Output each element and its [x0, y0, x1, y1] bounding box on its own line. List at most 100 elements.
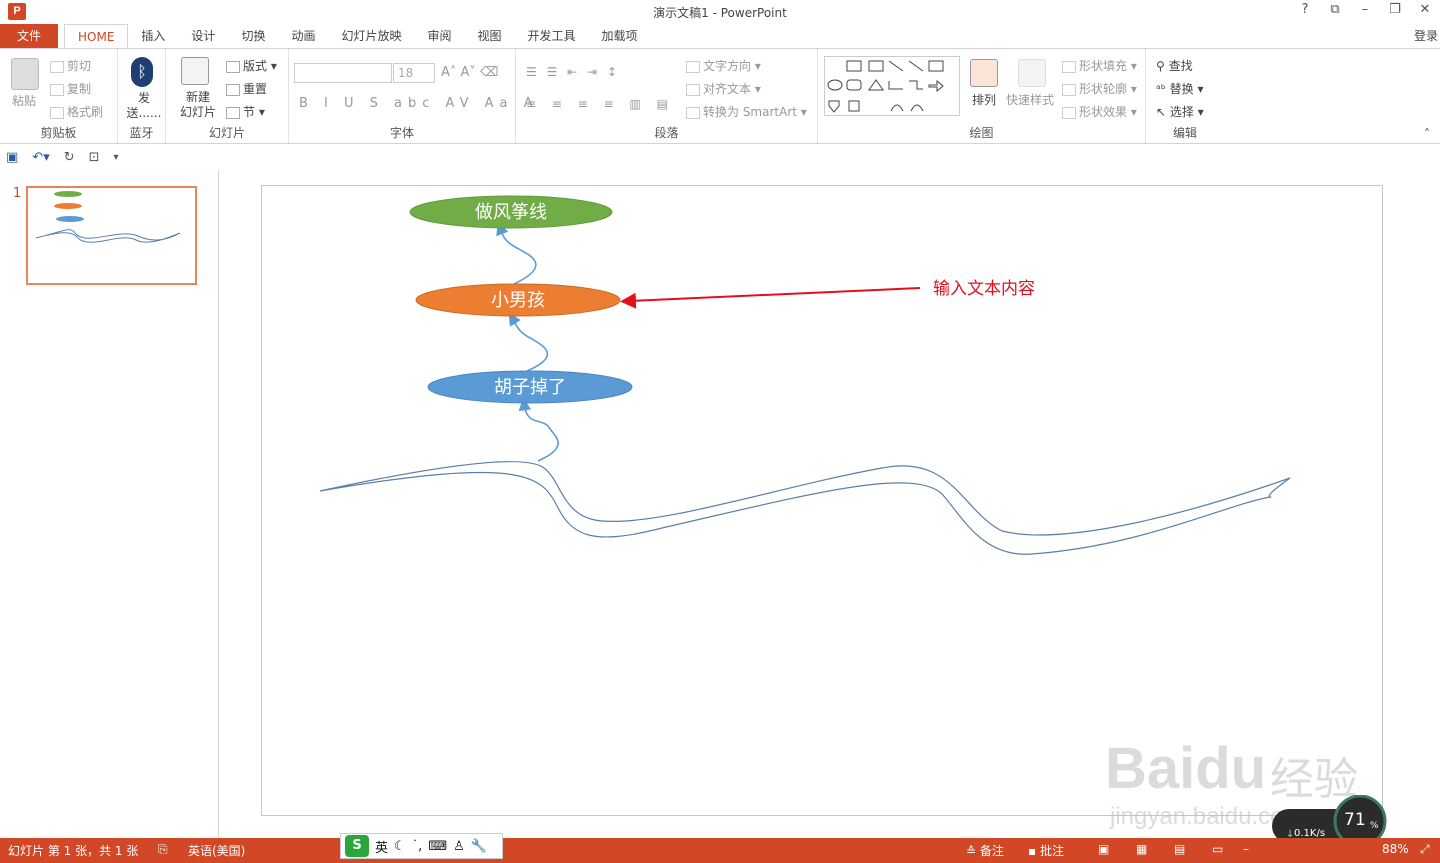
- grow-font-icon[interactable]: A˄ A˅ ⌫: [441, 65, 498, 80]
- cursor-icon: ↖: [1156, 105, 1170, 119]
- ribbon-display-options-icon[interactable]: ⧉: [1328, 2, 1342, 17]
- tab-addins[interactable]: 加载项: [589, 24, 651, 49]
- shape-outline-button[interactable]: 形状轮廓 ▾: [1062, 80, 1137, 97]
- sogou-logo-icon[interactable]: S: [345, 835, 369, 857]
- network-percent-sign: %: [1370, 821, 1379, 831]
- slide[interactable]: 做风筝线 小男孩 胡子掉了 输入文本内容: [261, 185, 1383, 816]
- smartart-button[interactable]: 转换为 SmartArt ▾: [686, 103, 807, 120]
- normal-view-icon[interactable]: ▣: [1098, 842, 1109, 856]
- moon-icon[interactable]: ☾: [394, 839, 406, 854]
- align-text-button[interactable]: 对齐文本 ▾: [686, 80, 761, 97]
- slideshow-view-icon[interactable]: ▭: [1212, 842, 1223, 856]
- layout-icon: [226, 60, 240, 73]
- reading-view-icon[interactable]: ▤: [1174, 842, 1185, 856]
- font-size-box[interactable]: 18: [393, 63, 435, 83]
- tab-review[interactable]: 审阅: [414, 24, 464, 49]
- tab-animations[interactable]: 动画: [278, 24, 328, 49]
- slide-thumbnail[interactable]: [26, 186, 197, 285]
- copy-label: 复制: [67, 82, 92, 96]
- paint-bucket-icon: [1062, 60, 1076, 73]
- paste-button[interactable]: 粘贴: [12, 92, 36, 109]
- window-controls: ? ⧉ – ❐ ✕: [1298, 2, 1432, 17]
- new-slide-button[interactable]: 新建 幻灯片: [174, 90, 222, 120]
- slide-canvas: 做风筝线 小男孩 胡子掉了 输入文本内容: [220, 170, 1440, 838]
- quick-styles-button[interactable]: 快速样式: [1006, 91, 1054, 108]
- replace-label: 替换: [1169, 82, 1194, 96]
- select-button[interactable]: ↖ 选择 ▾: [1156, 103, 1204, 120]
- cut-button[interactable]: 剪切: [50, 57, 91, 74]
- find-button[interactable]: ⚲ 查找: [1156, 57, 1193, 74]
- tab-insert[interactable]: 插入: [128, 24, 178, 49]
- align-text-label: 对齐文本: [703, 82, 752, 96]
- drawing-label: 绘图: [969, 126, 994, 140]
- format-painter-label: 格式刷: [67, 105, 104, 119]
- layout-button[interactable]: 版式 ▾: [226, 57, 277, 74]
- comments-label: 批注: [1039, 844, 1064, 858]
- oval-kite-text: 做风筝线: [475, 202, 547, 223]
- font-group: 18 A˄ A˅ ⌫ B I U S abc AV Aa A 字体: [289, 49, 533, 143]
- zoom-level[interactable]: 88%: [1382, 842, 1409, 856]
- tab-transitions[interactable]: 切换: [228, 24, 278, 49]
- paragraph-label: 段落: [654, 126, 679, 140]
- font-format-icons[interactable]: B I U S abc AV Aa A: [299, 96, 539, 111]
- title-bar: P 演示文稿1 - PowerPoint ? ⧉ – ❐ ✕: [0, 0, 1440, 24]
- section-button[interactable]: 节 ▾: [226, 103, 265, 120]
- fit-to-window-icon[interactable]: ⤢: [1420, 842, 1430, 857]
- connector-boy-to-kite: [496, 222, 537, 285]
- shape-effects-button[interactable]: 形状效果 ▾: [1062, 103, 1137, 120]
- shape-outline-label: 形状轮廓: [1079, 82, 1128, 96]
- shape-effects-label: 形状效果: [1079, 105, 1128, 119]
- status-bar: 幻灯片 第 1 张，共 1 张 ⎘ 英语(美国) ≙ 备注 ▪ 批注 ▣ ▦ ▤…: [0, 838, 1440, 863]
- tab-view[interactable]: 视图: [465, 24, 515, 49]
- align-icons[interactable]: ≡ ≡ ≡ ≡ ▥ ▤: [526, 97, 674, 111]
- start-slideshow-icon[interactable]: ⊡: [89, 150, 100, 165]
- font-name-box[interactable]: [294, 63, 392, 83]
- arrange-button[interactable]: 排列: [972, 91, 996, 108]
- tab-slideshow[interactable]: 幻灯片放映: [328, 24, 414, 49]
- notes-button[interactable]: ≙ 备注: [966, 842, 1004, 859]
- close-icon[interactable]: ✕: [1418, 2, 1432, 17]
- language-status[interactable]: 英语(美国): [188, 842, 245, 859]
- wrench-icon[interactable]: 🔧: [471, 839, 487, 854]
- keyboard-icon[interactable]: ⌨: [428, 839, 447, 854]
- ime-mode[interactable]: 英: [375, 837, 388, 856]
- tab-developer[interactable]: 开发工具: [515, 24, 589, 49]
- ime-toolbar: S 英 ☾ ˙, ⌨ ♙ 🔧: [340, 833, 503, 859]
- collapse-ribbon-icon[interactable]: ˄: [1424, 127, 1430, 141]
- save-icon[interactable]: ▣: [6, 150, 18, 165]
- font-label: 字体: [389, 126, 414, 140]
- undo-icon[interactable]: ↶▾: [32, 150, 49, 165]
- shape-fill-button[interactable]: 形状填充 ▾: [1062, 57, 1137, 74]
- tab-design[interactable]: 设计: [178, 24, 228, 49]
- minimize-icon[interactable]: –: [1358, 2, 1372, 17]
- tab-home[interactable]: HOME: [64, 24, 129, 49]
- copy-button[interactable]: 复制: [50, 80, 91, 97]
- redo-icon[interactable]: ↻: [64, 150, 75, 165]
- user-icon[interactable]: ♙: [453, 839, 465, 854]
- punctuation-icon[interactable]: ˙,: [412, 839, 423, 854]
- section-icon: [226, 106, 240, 119]
- reset-button[interactable]: 重置: [226, 80, 267, 97]
- quick-styles-icon: [1018, 59, 1046, 87]
- slides-label: 幻灯片: [208, 126, 245, 140]
- zoom-out-icon[interactable]: –: [1243, 842, 1249, 856]
- comments-button[interactable]: ▪ 批注: [1028, 842, 1064, 859]
- list-icons[interactable]: ☰ ☰ ⇤ ⇥ ↕: [526, 65, 620, 79]
- paragraph-group: ☰ ☰ ⇤ ⇥ ↕ ≡ ≡ ≡ ≡ ▥ ▤ 文字方向 ▾ 对齐文本 ▾ 转换为 …: [516, 49, 818, 143]
- tab-file[interactable]: 文件: [0, 24, 58, 49]
- paste-icon: [11, 58, 39, 90]
- slide-sorter-icon[interactable]: ▦: [1136, 842, 1147, 856]
- spellcheck-icon[interactable]: ⎘: [158, 842, 168, 857]
- slide-drawing: 做风筝线 小男孩 胡子掉了 输入文本内容: [319, 195, 1291, 555]
- restore-icon[interactable]: ❐: [1388, 2, 1402, 17]
- slides-group: 新建 幻灯片 版式 ▾ 重置 节 ▾ 幻灯片: [166, 49, 289, 143]
- find-label: 查找: [1168, 59, 1193, 73]
- slide-count-status[interactable]: 幻灯片 第 1 张，共 1 张: [8, 842, 138, 859]
- text-direction-button[interactable]: 文字方向 ▾: [686, 57, 761, 74]
- replace-button[interactable]: ᵃᵇ 替换 ▾: [1156, 80, 1204, 97]
- send-bluetooth-button[interactable]: 发送......: [126, 91, 162, 121]
- shapes-gallery[interactable]: [824, 56, 960, 116]
- customize-qat-icon[interactable]: ▾: [114, 152, 119, 163]
- help-icon[interactable]: ?: [1298, 2, 1312, 17]
- format-painter-button[interactable]: 格式刷: [50, 103, 103, 120]
